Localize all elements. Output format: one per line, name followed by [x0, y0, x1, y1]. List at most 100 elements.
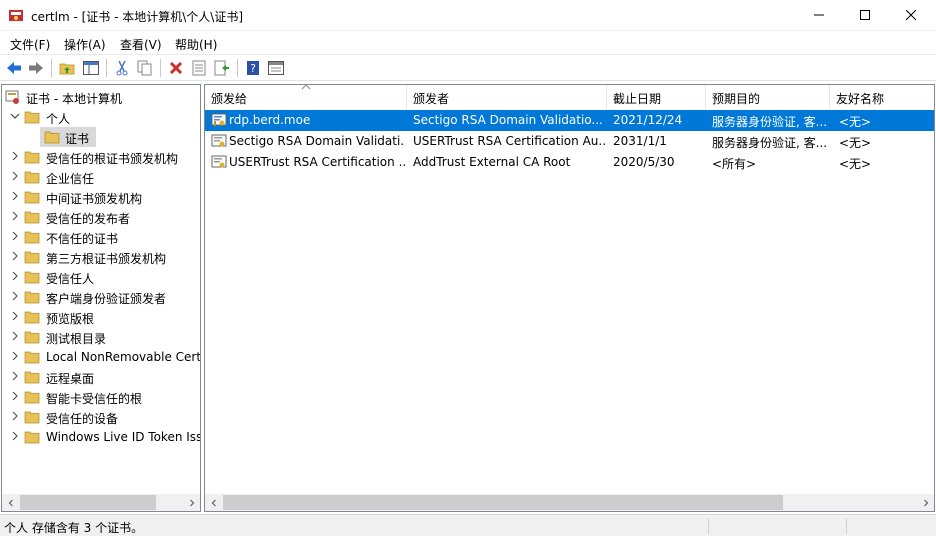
- menu-view[interactable]: 查看(V): [120, 36, 162, 53]
- up-folder-button[interactable]: [58, 59, 76, 77]
- tree-item[interactable]: 企业信任: [2, 167, 200, 187]
- tree-item[interactable]: 受信任的发布者: [2, 207, 200, 227]
- column-purposes[interactable]: 预期目的: [706, 85, 830, 109]
- toolbar-separator: [51, 59, 52, 77]
- forward-button[interactable]: [27, 59, 45, 77]
- tree-item[interactable]: 受信任人: [2, 267, 200, 287]
- chevron-right-icon[interactable]: [10, 271, 20, 281]
- chevron-right-icon[interactable]: [10, 231, 20, 241]
- help-button[interactable]: ?: [244, 59, 262, 77]
- table-row[interactable]: USERTrust RSA Certification ... AddTrust…: [205, 152, 934, 173]
- table-row[interactable]: rdp.berd.moe Sectigo RSA Domain Validati…: [205, 110, 934, 131]
- properties-button[interactable]: [190, 59, 208, 77]
- window-title: certlm - [证书 - 本地计算机\个人\证书]: [31, 10, 244, 24]
- tree-item[interactable]: 智能卡受信任的根: [2, 387, 200, 407]
- chevron-right-icon[interactable]: [10, 151, 20, 161]
- tree-item[interactable]: 测试根目录: [2, 327, 200, 347]
- computer-certificates-icon: [5, 90, 19, 104]
- maximize-icon: [860, 10, 870, 20]
- tree-horizontal-scrollbar[interactable]: [2, 494, 200, 511]
- tree-item[interactable]: 不信任的证书: [2, 227, 200, 247]
- tree-item[interactable]: Local NonRemovable Cert: [2, 347, 200, 367]
- menu-file[interactable]: 文件(F): [10, 36, 50, 53]
- chevron-right-icon[interactable]: [10, 431, 20, 441]
- chevron-right-icon[interactable]: [10, 311, 20, 321]
- chevron-left-icon: [8, 499, 13, 506]
- show-hide-tree-button[interactable]: [82, 59, 100, 77]
- export-list-button[interactable]: [213, 59, 231, 77]
- certificate-list-pane[interactable]: 颁发给 颁发者 截止日期 预期目的 友好名称 rdp.berd.moe Sect…: [204, 84, 935, 512]
- tree-item[interactable]: Windows Live ID Token Iss: [2, 427, 200, 447]
- chevron-right-icon[interactable]: [10, 251, 20, 261]
- console-button[interactable]: [267, 59, 285, 77]
- scroll-thumb[interactable]: [223, 495, 783, 510]
- maximize-button[interactable]: [842, 0, 888, 30]
- minimize-button[interactable]: [796, 0, 842, 30]
- column-label: 友好名称: [836, 92, 885, 106]
- chevron-right-icon[interactable]: [10, 191, 20, 201]
- scroll-left-button[interactable]: [205, 494, 222, 511]
- status-divider: [846, 518, 847, 534]
- tree-item-label: 企业信任: [46, 172, 95, 186]
- folder-icon: [24, 211, 40, 224]
- menu-action[interactable]: 操作(A): [64, 36, 106, 53]
- tree-item[interactable]: 远程桌面: [2, 367, 200, 387]
- delete-button[interactable]: [167, 59, 185, 77]
- scroll-left-button[interactable]: [2, 494, 19, 511]
- tree-item[interactable]: 中间证书颁发机构: [2, 187, 200, 207]
- tree-item[interactable]: 客户端身份验证颁发者: [2, 287, 200, 307]
- cut-button[interactable]: [113, 59, 131, 77]
- scroll-right-button[interactable]: [183, 494, 200, 511]
- copy-button[interactable]: [136, 59, 154, 77]
- cell-issued-to: USERTrust RSA Certification ...: [229, 155, 405, 169]
- chevron-right-icon[interactable]: [10, 371, 20, 381]
- certificate-icon: [211, 155, 227, 168]
- close-button[interactable]: [888, 0, 934, 30]
- scroll-thumb[interactable]: [20, 495, 156, 510]
- cell-issued-to: Sectigo RSA Domain Validati...: [229, 134, 405, 148]
- folder-icon: [24, 271, 40, 284]
- tree-item-label: Windows Live ID Token Iss: [46, 430, 201, 444]
- table-row[interactable]: Sectigo RSA Domain Validati... USERTrust…: [205, 131, 934, 152]
- certlm-app-icon[interactable]: [8, 7, 24, 23]
- chevron-right-icon[interactable]: [10, 331, 20, 341]
- cell-issuer: USERTrust RSA Certification Au...: [413, 134, 605, 148]
- tree-item-certificates[interactable]: 证书: [2, 127, 200, 147]
- tree-root-label: 证书 - 本地计算机: [26, 92, 122, 106]
- back-button[interactable]: [5, 59, 23, 77]
- cell-purposes: 服务器身份验证, 客...: [712, 115, 828, 129]
- cell-friendly-name: <无>: [839, 157, 872, 171]
- tree-item-label: 受信任的根证书颁发机构: [46, 152, 179, 166]
- tree-item[interactable]: 第三方根证书颁发机构: [2, 247, 200, 267]
- chevron-right-icon[interactable]: [10, 211, 20, 221]
- tree-item-label: 受信任的发布者: [46, 212, 131, 226]
- tree-item[interactable]: 受信任的设备: [2, 407, 200, 427]
- folder-icon: [24, 331, 40, 344]
- chevron-down-icon[interactable]: [10, 111, 20, 121]
- column-issuer[interactable]: 颁发者: [407, 85, 607, 109]
- chevron-right-icon[interactable]: [10, 391, 20, 401]
- folder-icon: [24, 231, 40, 244]
- scroll-right-button[interactable]: [917, 494, 934, 511]
- folder-icon: [24, 171, 40, 184]
- tree-pane[interactable]: 证书 - 本地计算机 个人 证书 受信任的根证书颁发机构 企业信任 中间证书颁发…: [1, 84, 201, 512]
- tree-root[interactable]: 证书 - 本地计算机: [2, 87, 200, 107]
- chevron-right-icon[interactable]: [10, 291, 20, 301]
- list-header: 颁发给 颁发者 截止日期 预期目的 友好名称: [205, 85, 934, 109]
- column-expiration[interactable]: 截止日期: [607, 85, 706, 109]
- folder-icon: [24, 151, 40, 164]
- column-friendly-name[interactable]: 友好名称: [830, 85, 934, 109]
- chevron-right-icon[interactable]: [10, 351, 20, 361]
- tree-item-label: 远程桌面: [46, 372, 95, 386]
- tree-item[interactable]: 受信任的根证书颁发机构: [2, 147, 200, 167]
- tree-item-personal[interactable]: 个人: [2, 107, 200, 127]
- chevron-right-icon[interactable]: [10, 171, 20, 181]
- tree-item-label: 客户端身份验证颁发者: [46, 292, 167, 306]
- list-horizontal-scrollbar[interactable]: [205, 494, 934, 511]
- menu-help[interactable]: 帮助(H): [175, 36, 217, 53]
- column-issued-to[interactable]: 颁发给: [205, 85, 407, 109]
- tree-item[interactable]: 预览版根: [2, 307, 200, 327]
- chevron-right-icon[interactable]: [10, 411, 20, 421]
- tree-item-label: 受信任的设备: [46, 412, 119, 426]
- cell-expiration: 2031/1/1: [613, 134, 667, 148]
